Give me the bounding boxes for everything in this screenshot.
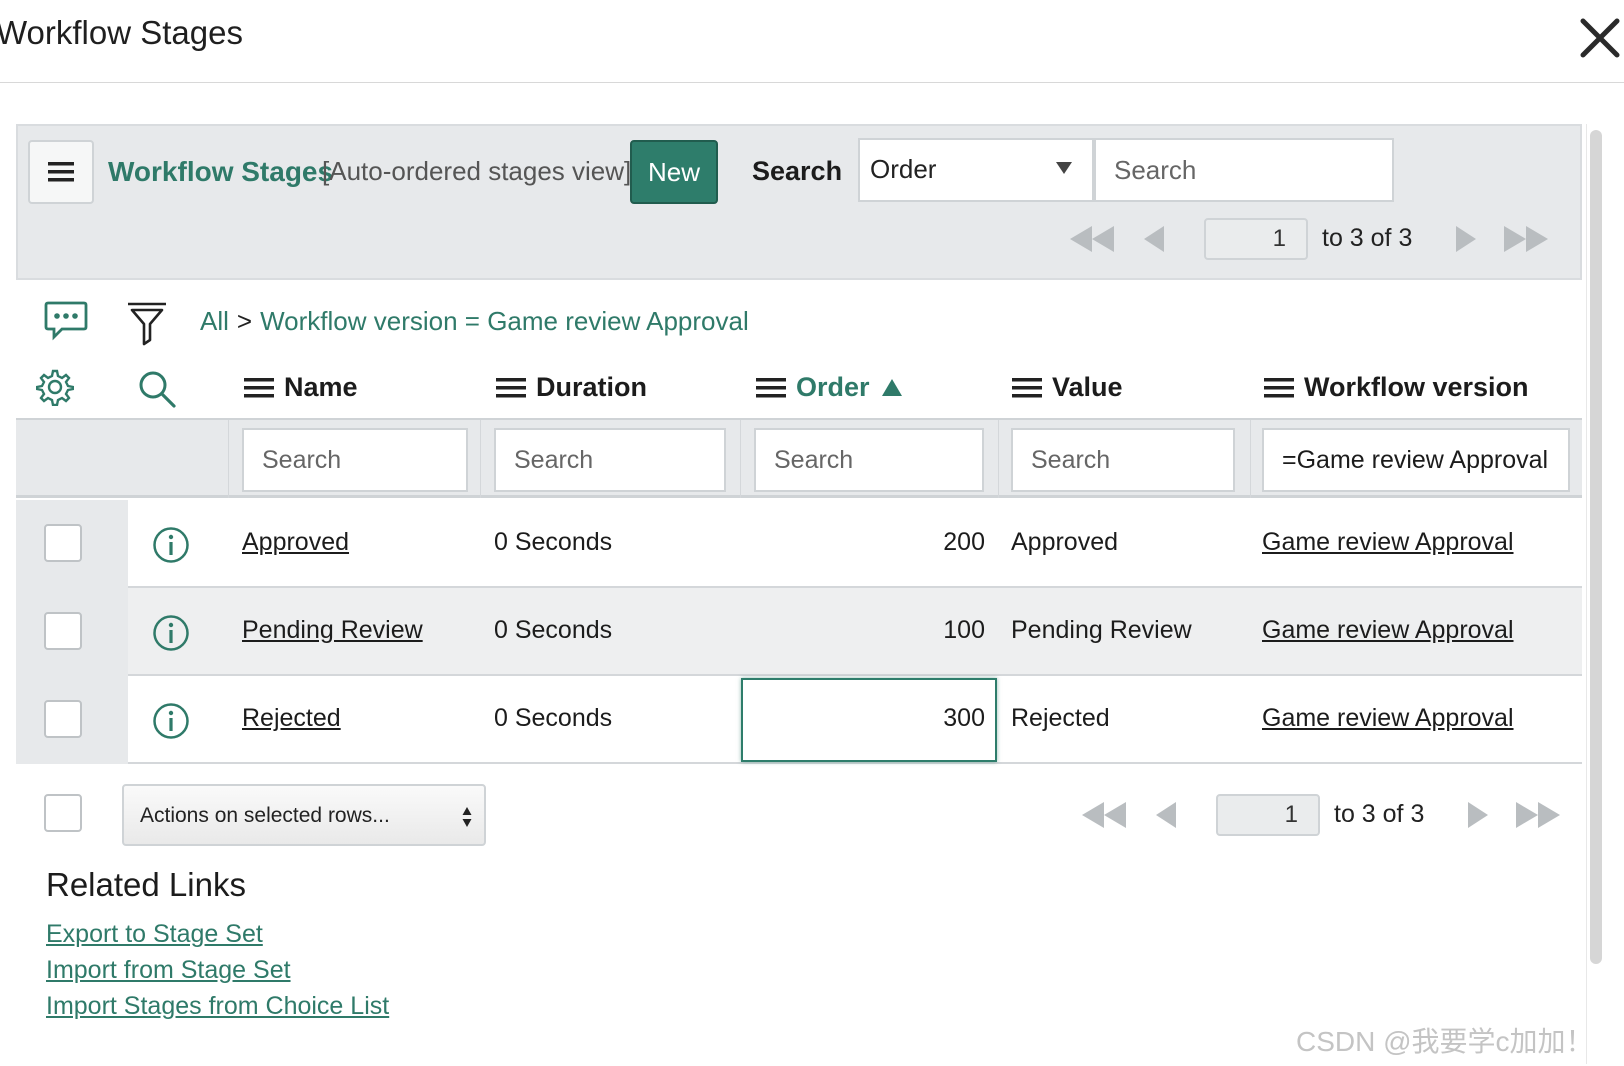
row-value: Rejected — [1011, 704, 1110, 732]
column-menu-icon[interactable] — [496, 377, 526, 399]
pager-range-text: to 3 of 3 — [1334, 800, 1425, 828]
row-workflow-version-link[interactable]: Game review Approval — [1262, 528, 1514, 557]
column-divider — [998, 420, 999, 498]
prev-page-icon[interactable] — [1142, 224, 1166, 254]
column-header-workflow-version[interactable]: Workflow version — [1264, 372, 1529, 403]
search-input[interactable] — [1094, 138, 1394, 202]
row-checkbox[interactable] — [44, 700, 82, 738]
search-label: Search — [752, 156, 843, 186]
row-value: Approved — [1011, 528, 1119, 556]
column-menu-icon[interactable] — [756, 377, 786, 399]
row-duration: 0 Seconds — [494, 704, 613, 732]
column-menu-icon[interactable] — [244, 377, 274, 399]
breadcrumb-all[interactable]: All — [200, 306, 229, 336]
row-order[interactable]: 100 — [885, 616, 985, 645]
scrollbar-thumb[interactable] — [1590, 130, 1602, 964]
duration-filter-input[interactable] — [494, 428, 726, 492]
row-checkbox[interactable] — [44, 612, 82, 650]
last-page-icon[interactable] — [1514, 800, 1562, 830]
close-icon[interactable] — [1580, 18, 1620, 58]
first-page-icon[interactable] — [1068, 224, 1116, 254]
page-number-input[interactable] — [1204, 218, 1308, 260]
new-button[interactable]: New — [630, 140, 718, 204]
related-link-import-stages-from-choice-list[interactable]: Import Stages from Choice List — [46, 992, 389, 1021]
related-links-title: Related Links — [46, 866, 246, 903]
column-label: Value — [1052, 372, 1123, 402]
workflow-version-filter-input[interactable] — [1262, 428, 1570, 492]
column-label: Order — [796, 372, 870, 402]
order-filter-input[interactable] — [754, 428, 984, 492]
row-name-link[interactable]: Pending Review — [242, 616, 423, 645]
column-header-name[interactable]: Name — [244, 372, 358, 403]
list-view-name: [Auto-ordered stages view] — [322, 156, 632, 186]
row-order[interactable]: 300 — [885, 704, 985, 733]
next-page-icon[interactable] — [1466, 800, 1490, 830]
info-icon[interactable] — [152, 702, 190, 740]
row-order[interactable]: 200 — [885, 528, 985, 557]
column-header-value[interactable]: Value — [1012, 372, 1123, 403]
column-label: Name — [284, 372, 358, 402]
column-menu-icon[interactable] — [1264, 377, 1294, 399]
related-link-import-from-stage-set[interactable]: Import from Stage Set — [46, 956, 291, 985]
search-icon[interactable] — [138, 370, 176, 408]
row-value: Pending Review — [1011, 616, 1192, 644]
related-link-export-to-stage-set[interactable]: Export to Stage Set — [46, 920, 263, 949]
last-page-icon[interactable] — [1502, 224, 1550, 254]
column-divider — [1250, 420, 1251, 498]
column-divider — [228, 420, 229, 498]
column-divider — [480, 420, 481, 498]
breadcrumb: All > Workflow version = Game review Appro… — [200, 306, 749, 337]
next-page-icon[interactable] — [1454, 224, 1478, 254]
actions-select[interactable]: Actions on selected rows... — [122, 784, 486, 846]
sort-ascending-icon — [881, 379, 902, 396]
menu-icon — [48, 162, 74, 182]
select-all-checkbox[interactable] — [44, 794, 82, 832]
actions-select-label: Actions on selected rows... — [140, 804, 390, 827]
first-page-icon[interactable] — [1080, 800, 1128, 830]
filter-icon[interactable] — [126, 300, 168, 348]
row-workflow-version-link[interactable]: Game review Approval — [1262, 616, 1514, 645]
name-filter-input[interactable] — [242, 428, 468, 492]
column-header-duration[interactable]: Duration — [496, 372, 647, 403]
column-header-order[interactable]: Order — [756, 372, 902, 403]
column-label: Duration — [536, 372, 647, 402]
row-workflow-version-link[interactable]: Game review Approval — [1262, 704, 1514, 733]
row-duration: 0 Seconds — [494, 528, 613, 556]
column-divider — [740, 420, 741, 498]
chevron-down-icon — [1056, 162, 1072, 174]
watermark: CSDN @我要学c加加！ — [1296, 1026, 1594, 1057]
info-icon[interactable] — [152, 614, 190, 652]
value-filter-input[interactable] — [1011, 428, 1235, 492]
column-menu-icon[interactable] — [1012, 377, 1042, 399]
row-name-link[interactable]: Approved — [242, 528, 349, 557]
list-menu-button[interactable] — [28, 140, 94, 204]
list-title: Workflow Stages — [108, 156, 334, 187]
row-duration: 0 Seconds — [494, 616, 613, 644]
search-field-select[interactable]: Order — [858, 138, 1094, 202]
page-number-input[interactable] — [1216, 794, 1320, 836]
info-icon[interactable] — [152, 526, 190, 564]
prev-page-icon[interactable] — [1154, 800, 1178, 830]
row-checkbox[interactable] — [44, 524, 82, 562]
breadcrumb-separator: > — [236, 306, 253, 336]
modal-title: Workflow Stages — [0, 14, 243, 51]
header-divider — [0, 82, 1624, 83]
breadcrumb-condition[interactable]: Workflow version = Game review Approval — [260, 306, 749, 336]
column-label: Workflow version — [1304, 372, 1529, 402]
settings-gear-icon[interactable] — [36, 368, 74, 406]
updown-caret-icon — [462, 807, 472, 827]
pager-range-text: to 3 of 3 — [1322, 224, 1413, 252]
comments-icon[interactable] — [44, 300, 88, 342]
search-field-value: Order — [870, 154, 937, 184]
row-name-link[interactable]: Rejected — [242, 704, 341, 733]
